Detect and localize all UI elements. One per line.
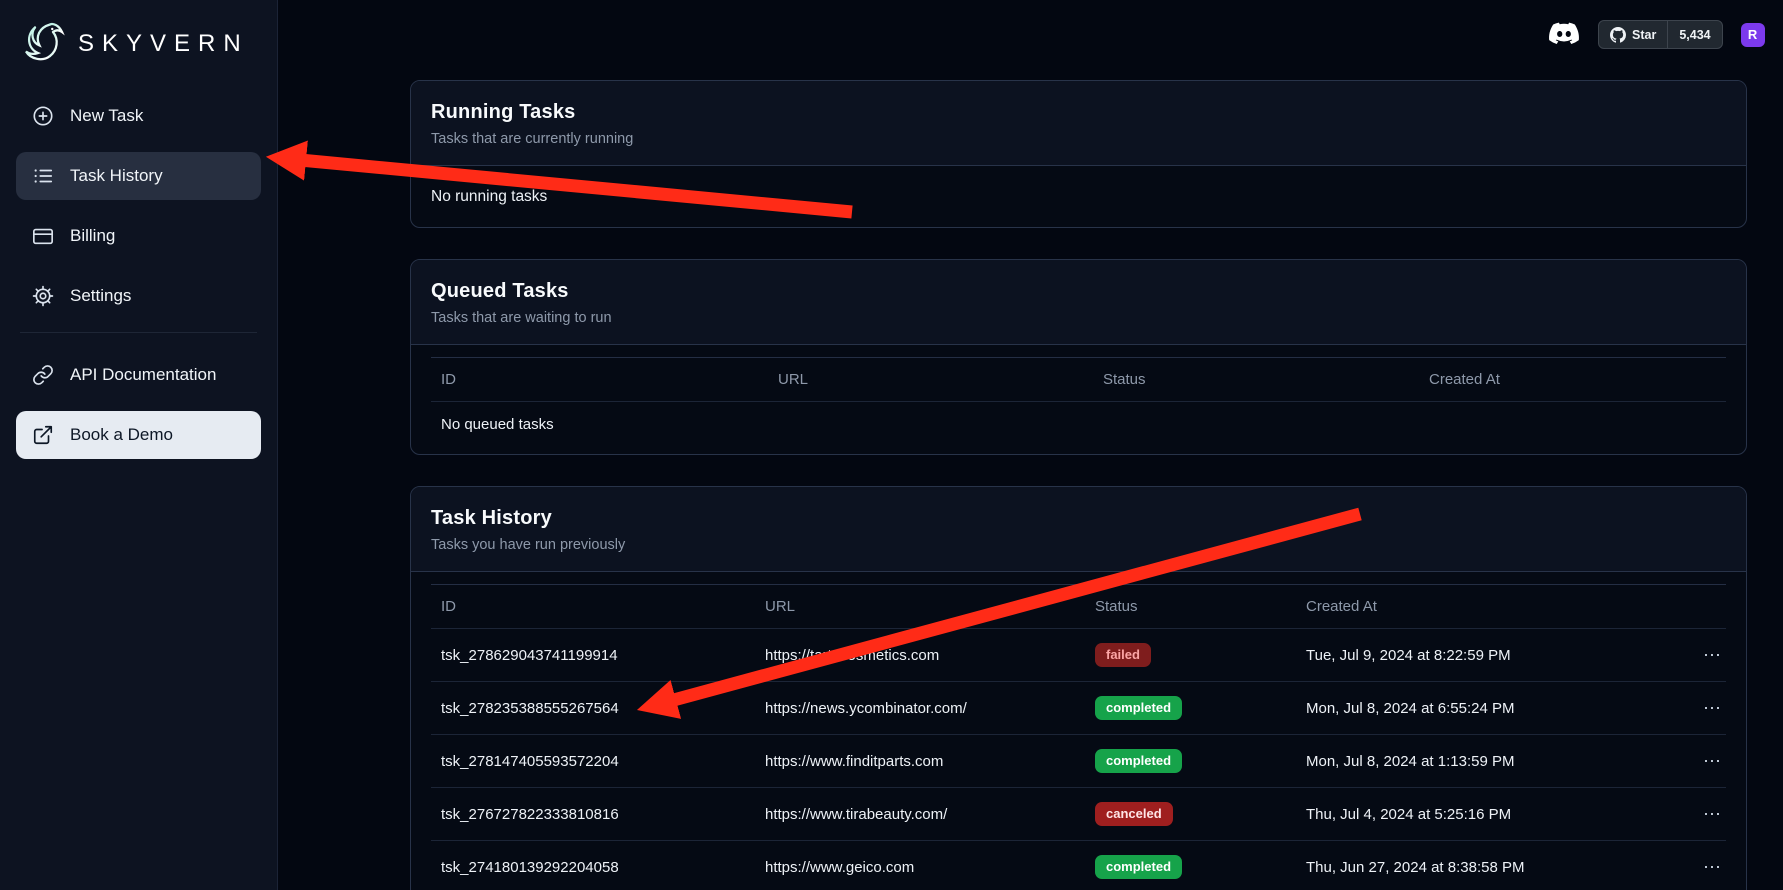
main-content: Running Tasks Tasks that are currently r… [410,80,1747,890]
table-row[interactable]: tsk_278629043741199914 https://tartecosm… [431,629,1726,682]
task-created-at: Tue, Jul 9, 2024 at 8:22:59 PM [1296,647,1693,664]
github-star-button[interactable]: Star [1599,21,1667,48]
plus-circle-icon [32,105,54,127]
status-badge: completed [1095,696,1182,720]
card-subtitle: Tasks that are waiting to run [431,310,1726,326]
github-star-count[interactable]: 5,434 [1667,21,1721,48]
sidebar-item-label: Settings [70,286,131,306]
user-avatar[interactable]: R [1741,23,1765,47]
brand-name: SKYVERN [78,30,249,58]
row-menu-button[interactable]: ⋯ [1693,645,1726,666]
task-history-card: Task History Tasks you have run previous… [410,486,1747,890]
status-badge: failed [1095,643,1151,667]
queued-tasks-table: ID URL Status Created At No queued tasks [431,357,1726,446]
row-menu-button[interactable]: ⋯ [1693,804,1726,825]
queued-tasks-header: Queued Tasks Tasks that are waiting to r… [411,260,1746,345]
table-row[interactable]: tsk_278235388555267564 https://news.ycom… [431,682,1726,735]
github-star-widget[interactable]: Star 5,434 [1598,20,1723,49]
task-url: https://tartecosmetics.com [755,647,1085,664]
sidebar-item-label: Book a Demo [70,425,173,445]
card-subtitle: Tasks that are currently running [431,131,1726,147]
task-created-at: Mon, Jul 8, 2024 at 6:55:24 PM [1296,700,1693,717]
task-id: tsk_278235388555267564 [431,700,755,717]
sidebar-item-label: Billing [70,226,115,246]
row-menu-button[interactable]: ⋯ [1693,698,1726,719]
running-tasks-header: Running Tasks Tasks that are currently r… [411,81,1746,166]
task-url: https://www.geico.com [755,859,1085,876]
queued-tasks-empty-row: No queued tasks [431,402,1726,446]
running-tasks-card: Running Tasks Tasks that are currently r… [410,80,1747,228]
table-row[interactable]: tsk_278147405593572204 https://www.findi… [431,735,1726,788]
github-icon [1610,27,1626,43]
column-header-url: URL [768,371,1093,388]
external-link-icon [32,424,54,446]
link-icon [32,364,54,386]
column-header-status: Status [1085,598,1296,615]
task-id: tsk_274180139292204058 [431,859,755,876]
task-history-body: ID URL Status Created At tsk_27862904374… [411,572,1746,890]
sidebar-item-api-documentation[interactable]: API Documentation [16,351,261,399]
task-url: https://news.ycombinator.com/ [755,700,1085,717]
table-header-row: ID URL Status Created At [431,358,1726,402]
sidebar-nav: New Task Task History Billing [14,92,263,459]
queued-tasks-empty: No queued tasks [431,416,768,433]
task-url: https://www.tirabeauty.com/ [755,806,1085,823]
sidebar-item-billing[interactable]: Billing [16,212,261,260]
row-menu-button[interactable]: ⋯ [1693,857,1726,878]
card-title: Task History [431,507,1726,530]
column-header-status: Status [1093,371,1419,388]
status-badge: canceled [1095,802,1173,826]
status-badge: completed [1095,749,1182,773]
queued-tasks-card: Queued Tasks Tasks that are waiting to r… [410,259,1747,455]
task-created-at: Mon, Jul 8, 2024 at 1:13:59 PM [1296,753,1693,770]
credit-card-icon [32,225,54,247]
card-title: Queued Tasks [431,280,1726,303]
task-history-table: ID URL Status Created At tsk_27862904374… [431,584,1726,890]
task-id: tsk_278629043741199914 [431,647,755,664]
sidebar-item-new-task[interactable]: New Task [16,92,261,140]
table-row[interactable]: tsk_274180139292204058 https://www.geico… [431,841,1726,890]
github-star-label: Star [1632,28,1656,42]
card-subtitle: Tasks you have run previously [431,537,1726,553]
column-header-id: ID [431,598,755,615]
sidebar-item-label: Task History [70,166,163,186]
discord-icon[interactable] [1548,22,1580,48]
table-header-row: ID URL Status Created At [431,585,1726,629]
brand-logo: SKYVERN [14,14,263,92]
sidebar-divider [20,332,257,333]
column-header-url: URL [755,598,1085,615]
sidebar-item-label: API Documentation [70,365,216,385]
sidebar-item-task-history[interactable]: Task History [16,152,261,200]
card-title: Running Tasks [431,101,1726,124]
sidebar-item-label: New Task [70,106,143,126]
column-header-created: Created At [1419,371,1726,388]
book-a-demo-button[interactable]: Book a Demo [16,411,261,459]
skyvern-dragon-icon [20,20,68,68]
table-row[interactable]: tsk_276727822333810816 https://www.tirab… [431,788,1726,841]
status-badge: completed [1095,855,1182,879]
column-header-created: Created At [1296,598,1693,615]
task-created-at: Thu, Jun 27, 2024 at 8:38:58 PM [1296,859,1693,876]
task-history-header: Task History Tasks you have run previous… [411,487,1746,572]
running-tasks-empty: No running tasks [411,166,1746,227]
row-menu-button[interactable]: ⋯ [1693,751,1726,772]
running-tasks-body: No running tasks [411,166,1746,227]
topbar: Star 5,434 R S [1548,20,1783,49]
sidebar: SKYVERN New Task Task History [0,0,278,890]
task-id: tsk_278147405593572204 [431,753,755,770]
sidebar-item-settings[interactable]: Settings [16,272,261,320]
column-header-id: ID [431,371,768,388]
gear-icon [32,285,54,307]
queued-tasks-body: ID URL Status Created At No queued tasks [411,345,1746,454]
task-created-at: Thu, Jul 4, 2024 at 5:25:16 PM [1296,806,1693,823]
task-id: tsk_276727822333810816 [431,806,755,823]
task-url: https://www.finditparts.com [755,753,1085,770]
list-icon [32,165,54,187]
